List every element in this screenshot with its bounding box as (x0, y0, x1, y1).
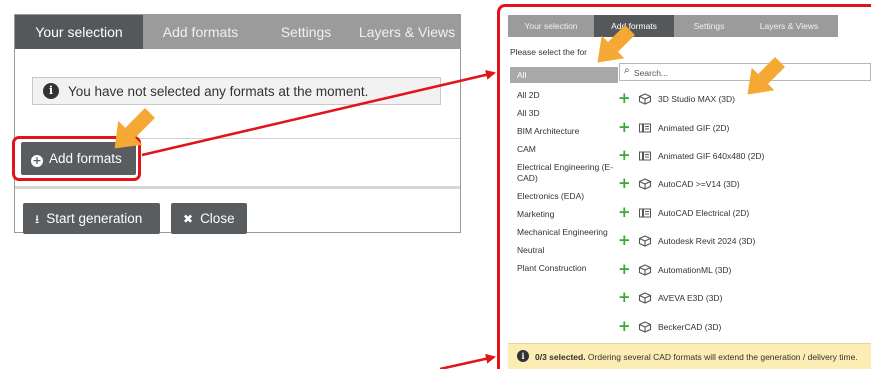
pointer-arrow (597, 25, 635, 63)
pointer-arrow (747, 57, 785, 95)
annotation-overlay (114, 25, 785, 369)
connector-arrow (439, 353, 496, 369)
connector-arrow (141, 69, 496, 157)
